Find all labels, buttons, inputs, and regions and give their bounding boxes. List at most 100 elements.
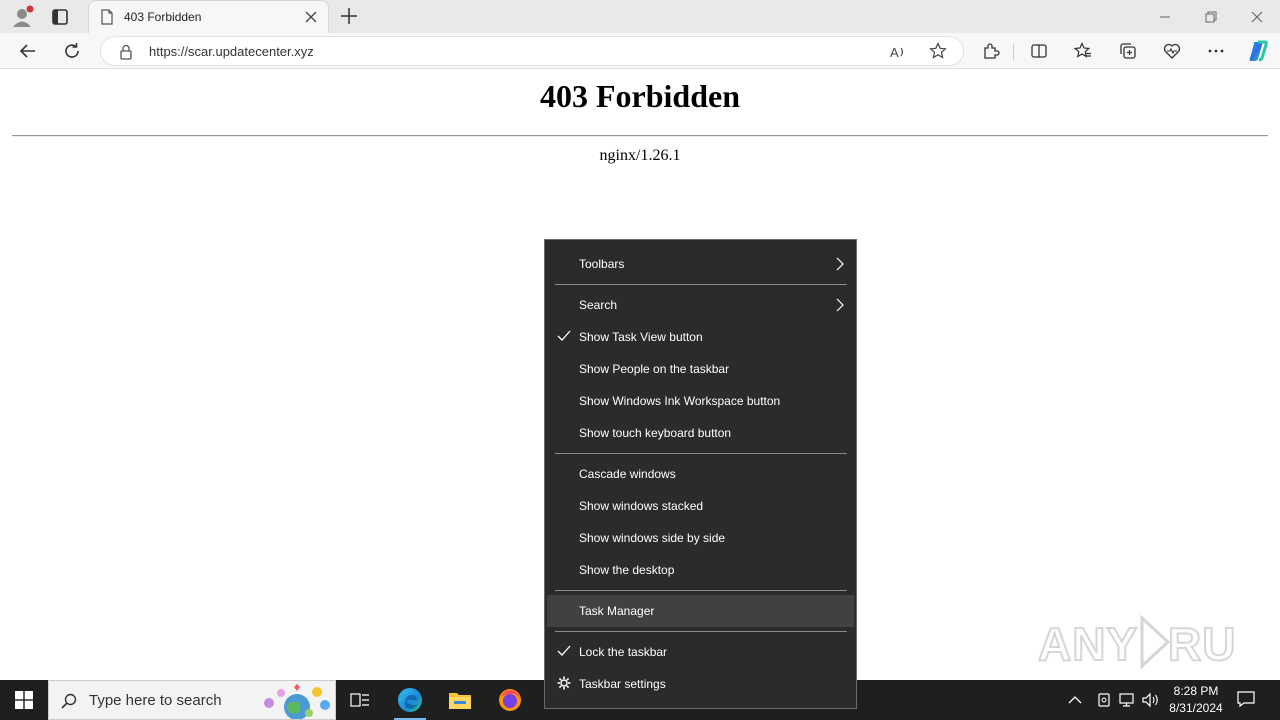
profile-avatar-icon[interactable] <box>8 4 36 30</box>
menu-item-taskbar-settings[interactable]: Taskbar settings <box>547 668 854 700</box>
divider <box>1013 44 1014 60</box>
menu-item-label: Lock the taskbar <box>579 645 668 659</box>
split-screen-icon <box>1031 44 1047 58</box>
clock-time: 8:28 PM <box>1173 684 1219 698</box>
menu-item-windows-side-by-side[interactable]: Show windows side by side <box>547 522 854 554</box>
read-aloud-icon[interactable]: A <box>889 43 907 61</box>
favorites-icon <box>1074 42 1091 58</box>
search-placeholder: Type here to search <box>89 692 222 709</box>
menu-separator <box>555 631 847 632</box>
menu-separator <box>555 590 847 591</box>
search-highlight-illustration-icon <box>264 684 330 719</box>
menu-item-label: Show touch keyboard button <box>579 426 732 440</box>
restore-button[interactable] <box>1188 0 1234 33</box>
menu-item-label: Show the desktop <box>579 563 675 577</box>
menu-item-label: Cascade windows <box>579 467 676 481</box>
collections-button[interactable] <box>1112 35 1144 67</box>
refresh-button[interactable] <box>56 35 88 67</box>
system-clock[interactable]: 8:28 PM 8/31/2024 <box>1162 683 1230 717</box>
network-icon[interactable] <box>1118 691 1136 709</box>
close-tab-icon[interactable] <box>305 11 317 23</box>
browser-toolbar: https://scar.updatecenter.xyz A <box>0 33 1280 69</box>
taskbar-search-box[interactable]: Type here to search <box>48 680 336 720</box>
restore-icon <box>1205 11 1217 22</box>
star-icon[interactable] <box>929 42 947 60</box>
menu-item-label: Show windows stacked <box>579 499 704 513</box>
svg-text:ANY: ANY <box>1038 618 1138 670</box>
split-screen-button[interactable] <box>1023 35 1055 67</box>
plus-icon <box>341 8 357 24</box>
taskbar-firefox[interactable] <box>486 680 534 720</box>
favorites-button[interactable] <box>1067 35 1099 67</box>
menu-item-label: Show Windows Ink Workspace button <box>579 394 781 408</box>
settings-more-button[interactable] <box>1200 35 1232 67</box>
menu-item-windows-stacked[interactable]: Show windows stacked <box>547 490 854 522</box>
chevron-up-icon <box>1068 696 1082 704</box>
start-button[interactable] <box>0 680 48 720</box>
checkmark-icon <box>557 645 571 656</box>
menu-item-task-manager[interactable]: Task Manager <box>547 595 854 627</box>
refresh-icon <box>65 43 79 58</box>
menu-separator <box>555 453 847 454</box>
gear-icon <box>557 676 571 690</box>
menu-item-label: Taskbar settings <box>579 677 666 691</box>
svg-text:A: A <box>890 45 899 60</box>
clock-date: 8/31/2024 <box>1169 701 1223 715</box>
minimize-button[interactable] <box>1142 0 1188 33</box>
new-tab-button[interactable] <box>338 5 360 27</box>
address-bar[interactable]: https://scar.updatecenter.xyz A <box>100 36 964 66</box>
taskbar-file-explorer[interactable] <box>436 680 484 720</box>
menu-item-label: Show Task View button <box>579 330 703 344</box>
menu-item-show-desktop[interactable]: Show the desktop <box>547 554 854 586</box>
close-icon <box>1251 11 1263 22</box>
tab-actions-icon[interactable] <box>50 7 70 27</box>
heart-pulse-icon <box>1163 43 1181 59</box>
menu-item-show-ink-workspace[interactable]: Show Windows Ink Workspace button <box>547 385 854 417</box>
folder-icon <box>449 693 471 709</box>
firefox-icon <box>499 689 521 711</box>
lock-icon[interactable] <box>119 44 133 60</box>
taskbar-context-menu: Toolbars Search Show Task View button Sh… <box>544 239 857 709</box>
menu-item-search[interactable]: Search <box>547 289 854 321</box>
menu-item-label: Task Manager <box>579 604 655 618</box>
task-view-button[interactable] <box>336 680 384 720</box>
browser-essentials-button[interactable] <box>1156 35 1188 67</box>
close-window-button[interactable] <box>1234 0 1280 33</box>
task-view-icon <box>350 693 369 707</box>
watermark-logo: ANY RUN <box>1037 610 1271 682</box>
menu-item-cascade-windows[interactable]: Cascade windows <box>547 458 854 490</box>
server-signature: nginx/1.26.1 <box>599 147 681 164</box>
action-center-button[interactable] <box>1236 690 1258 710</box>
back-button[interactable] <box>12 35 44 67</box>
menu-item-label: Search <box>579 298 618 312</box>
collections-icon <box>1120 43 1136 59</box>
menu-item-lock-taskbar[interactable]: Lock the taskbar <box>547 636 854 668</box>
menu-separator <box>555 284 847 285</box>
notification-icon <box>1237 691 1255 708</box>
tab-active[interactable]: 403 Forbidden <box>88 0 329 33</box>
volume-icon[interactable] <box>1141 691 1161 709</box>
menu-item-show-touch-keyboard[interactable]: Show touch keyboard button <box>547 417 854 449</box>
menu-item-show-people[interactable]: Show People on the taskbar <box>547 353 854 385</box>
chevron-right-icon <box>836 257 844 271</box>
arrow-left-icon <box>19 44 35 58</box>
menu-item-show-task-view[interactable]: Show Task View button <box>547 321 854 353</box>
taskbar-edge[interactable] <box>386 680 434 720</box>
extensions-button[interactable] <box>975 35 1007 67</box>
horizontal-rule <box>12 135 1268 137</box>
tab-title: 403 Forbidden <box>124 10 202 24</box>
menu-item-label: Show People on the taskbar <box>579 362 730 376</box>
show-hidden-icons-button[interactable] <box>1068 692 1088 708</box>
copilot-button[interactable] <box>1242 35 1274 67</box>
puzzle-icon <box>984 43 1000 59</box>
menu-item-toolbars[interactable]: Toolbars <box>547 248 854 280</box>
device-tray-icon[interactable] <box>1095 691 1113 709</box>
url-text[interactable]: https://scar.updatecenter.xyz <box>149 44 314 59</box>
checkmark-icon <box>557 330 571 341</box>
chevron-right-icon <box>836 298 844 312</box>
windows-logo-icon <box>15 691 33 709</box>
minimize-icon <box>1160 16 1170 17</box>
copilot-icon <box>1249 40 1268 62</box>
page-heading: 403 Forbidden <box>539 78 741 114</box>
more-icon <box>1208 49 1224 53</box>
